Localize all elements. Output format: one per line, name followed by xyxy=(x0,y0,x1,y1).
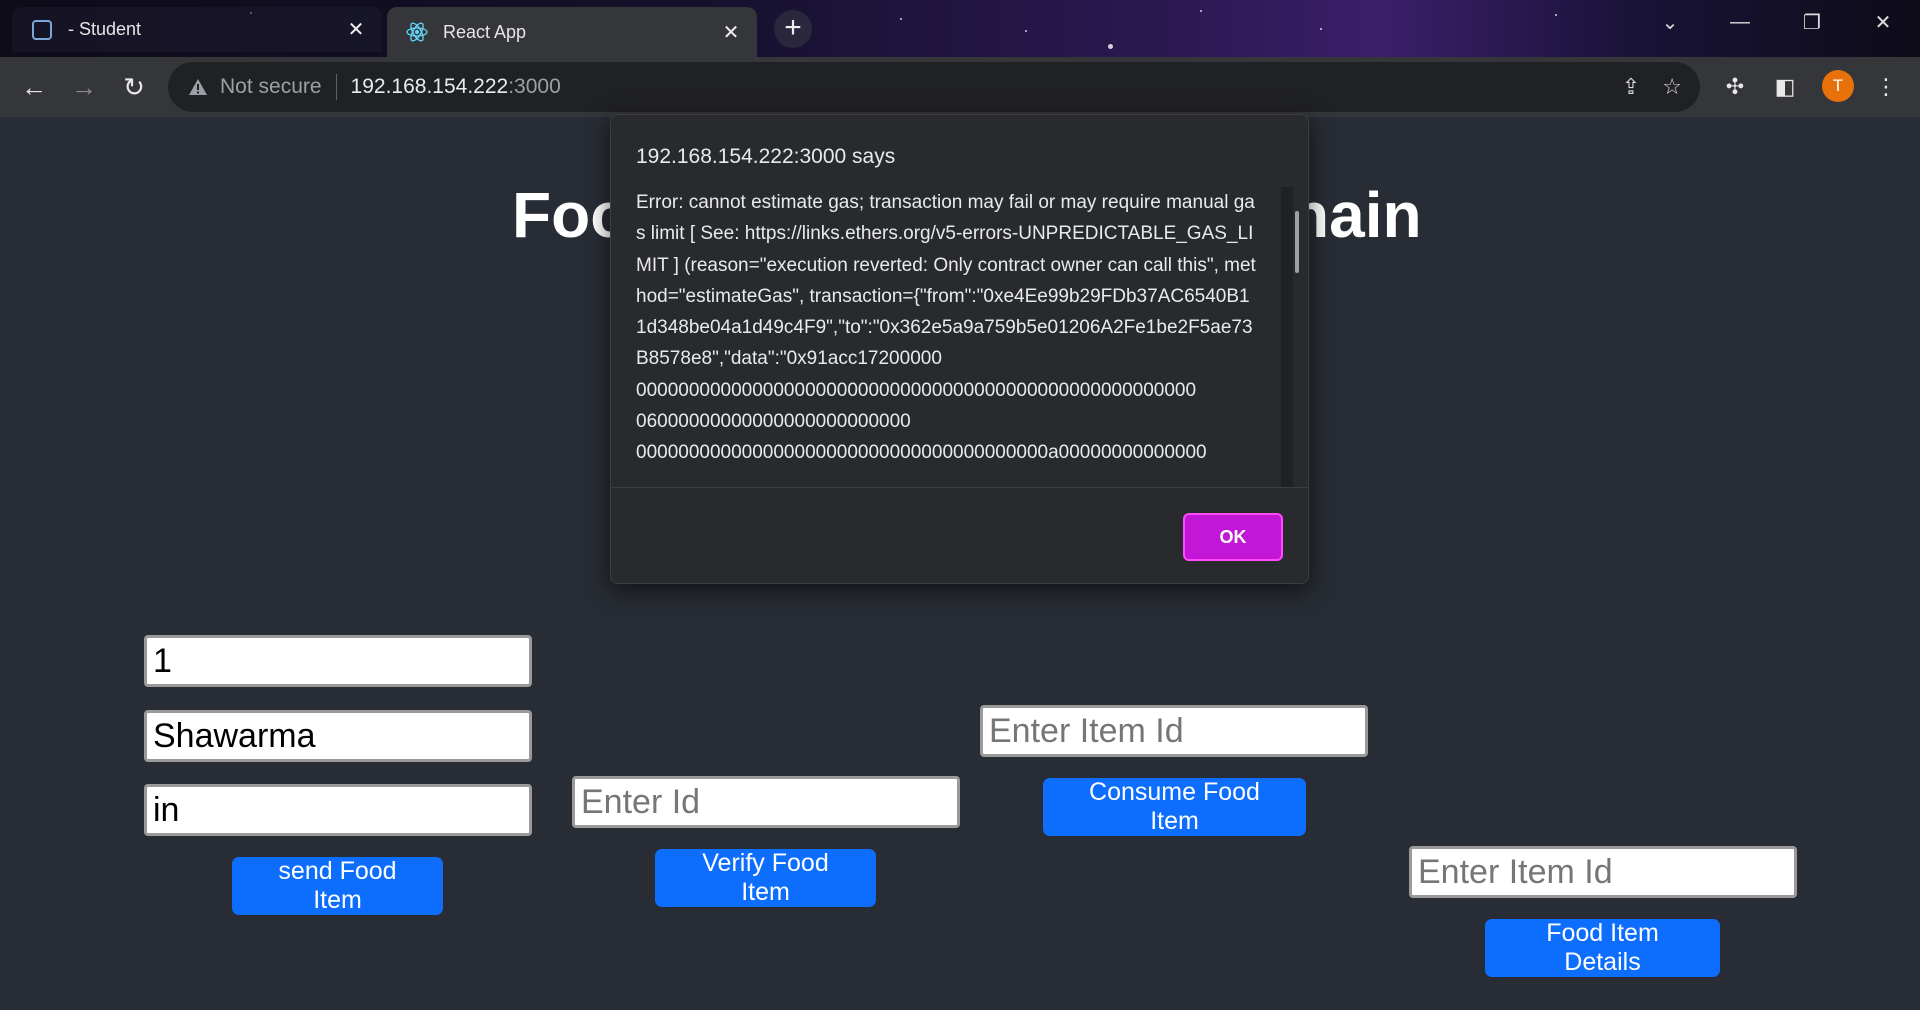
forward-icon[interactable]: → xyxy=(66,69,102,105)
address-bar[interactable]: Not secure 192.168.154.222:3000 ⇪ ☆ xyxy=(168,62,1700,112)
dialog-scrollbar-thumb[interactable] xyxy=(1295,211,1299,273)
browser-toolbar: ← → ↻ Not secure 192.168.154.222:3000 ⇪ … xyxy=(0,57,1920,117)
extensions-icon[interactable]: ✣ xyxy=(1719,71,1751,103)
item-id-input[interactable] xyxy=(144,635,532,687)
alert-dialog: 192.168.154.222:3000 says Error: cannot … xyxy=(610,114,1309,584)
restore-icon[interactable]: ❐ xyxy=(1777,0,1847,45)
avatar[interactable]: T xyxy=(1822,70,1854,102)
dialog-footer: OK xyxy=(611,487,1308,584)
verify-id-input[interactable] xyxy=(572,776,960,828)
tab-title: React App xyxy=(443,21,527,42)
close-icon[interactable]: ✕ xyxy=(719,20,743,45)
tab-title: - Student xyxy=(68,19,142,39)
dialog-title: 192.168.154.222:3000 says xyxy=(636,145,896,168)
url-host: 192.168.154.222 xyxy=(350,75,509,98)
share-icon[interactable]: ⇪ xyxy=(1622,74,1640,100)
minimize-icon[interactable]: — xyxy=(1705,0,1775,45)
dialog-scrollbar[interactable] xyxy=(1281,187,1293,487)
tab-react-app[interactable]: React App ✕ xyxy=(387,7,757,57)
menu-icon[interactable]: ⋮ xyxy=(1870,71,1902,103)
monitor-icon xyxy=(30,18,54,42)
warning-icon[interactable] xyxy=(186,75,210,99)
item-origin-input[interactable] xyxy=(144,784,532,836)
dialog-message: Error: cannot estimate gas; transaction … xyxy=(636,192,1256,464)
divider xyxy=(335,74,337,100)
browser-titlebar: - Student ✕ React App ✕ + ⌄ — ❐ ✕ xyxy=(0,0,1920,57)
url-port: :3000 xyxy=(508,75,561,98)
tab-student[interactable]: - Student ✕ xyxy=(12,7,382,52)
tab-search-icon[interactable]: ⌄ xyxy=(1635,0,1705,45)
item-name-input[interactable] xyxy=(144,710,532,762)
verify-food-item-button[interactable]: Verify Food Item xyxy=(655,849,876,907)
side-panel-icon[interactable]: ◧ xyxy=(1769,71,1801,103)
new-tab-button[interactable]: + xyxy=(774,10,812,48)
reload-icon[interactable]: ↻ xyxy=(116,69,152,105)
back-icon[interactable]: ← xyxy=(16,69,52,105)
security-label[interactable]: Not secure xyxy=(220,75,322,99)
bookmark-star-icon[interactable]: ☆ xyxy=(1662,74,1682,100)
window-close-icon[interactable]: ✕ xyxy=(1848,0,1918,45)
ok-button[interactable]: OK xyxy=(1183,513,1283,561)
food-item-details-button[interactable]: Food Item Details xyxy=(1485,919,1720,977)
details-item-id-input[interactable] xyxy=(1409,846,1797,898)
react-logo-icon xyxy=(405,20,429,44)
page-title-right: nain xyxy=(1290,179,1422,251)
consume-item-id-input[interactable] xyxy=(980,705,1368,757)
send-food-item-button[interactable]: send Food Item xyxy=(232,857,443,915)
close-icon[interactable]: ✕ xyxy=(344,17,368,42)
consume-food-item-button[interactable]: Consume Food Item xyxy=(1043,778,1306,836)
